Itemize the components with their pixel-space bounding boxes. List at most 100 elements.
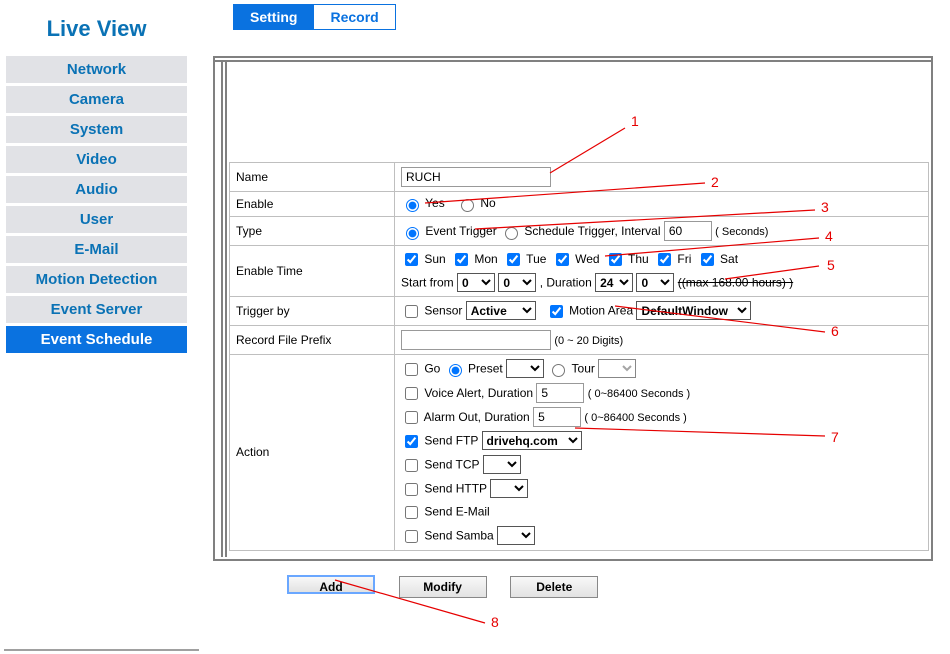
ftp-text: Send FTP [424,434,478,448]
day-tue-checkbox[interactable] [507,253,520,266]
frame-left-inner2 [225,60,227,557]
settings-frame: Name Enable Yes No Type Event Trigger [213,56,933,561]
day-thu-checkbox[interactable] [609,253,622,266]
motion-select[interactable]: DefaultWindow [636,301,751,320]
sidebar-item-video[interactable]: Video [6,146,187,173]
tour-text: Tour [572,361,595,375]
enable-no-radio[interactable] [461,199,474,212]
action-label: Action [230,354,395,550]
prefix-note: (0 ~ 20 Digits) [554,335,623,347]
ftp-checkbox[interactable] [405,435,418,448]
interval-suffix: ( Seconds) [715,226,768,238]
day-thu[interactable]: Thu [605,252,649,266]
start-min-select[interactable]: 0 [498,273,536,292]
modify-button[interactable]: Modify [399,576,487,598]
email-text: Send E-Mail [424,504,489,518]
samba-checkbox[interactable] [405,530,418,543]
sidebar-item-user[interactable]: User [6,206,187,233]
sidebar-items: Network Camera System Video Audio User E-Mail M… [6,56,187,353]
sidebar-item-audio[interactable]: Audio [6,176,187,203]
frame-left-inner [221,60,223,557]
day-sat-checkbox[interactable] [701,253,714,266]
type-schedule-radio[interactable] [505,227,518,240]
day-mon[interactable]: Mon [451,252,498,266]
alarm-text: Alarm Out, Duration [424,410,530,424]
sensor-select[interactable]: Active [466,301,536,320]
http-select[interactable] [490,479,528,498]
day-fri[interactable]: Fri [654,252,691,266]
main-panel: SettingRecord Name Enable Yes No [195,0,950,654]
bottom-rule [4,649,199,651]
enable-yes-text: Yes [425,196,445,210]
voice-suffix: ( 0~86400 Seconds ) [588,388,690,400]
row-name: Name [230,163,929,192]
frame-top-inner [215,60,931,62]
start-hour-select[interactable]: 0 [457,273,495,292]
enable-yes-radio[interactable] [406,199,419,212]
type-event-radio[interactable] [406,227,419,240]
alarm-duration-input[interactable] [533,407,581,427]
dur-min-select[interactable]: 0 [636,273,674,292]
voice-duration-input[interactable] [536,383,584,403]
settings-table: Name Enable Yes No Type Event Trigger [229,162,929,551]
sidebar-item-e-mail[interactable]: E-Mail [6,236,187,263]
day-wed-checkbox[interactable] [556,253,569,266]
samba-select[interactable] [497,526,535,545]
sidebar-item-system[interactable]: System [6,116,187,143]
day-mon-checkbox[interactable] [455,253,468,266]
sidebar: Live View Network Camera System Video Audio U… [0,0,195,654]
email-checkbox[interactable] [405,506,418,519]
http-text: Send HTTP [424,481,486,495]
name-input[interactable] [401,167,551,187]
day-tue[interactable]: Tue [503,252,546,266]
type-schedule-wrap[interactable]: Schedule Trigger, Interval [500,224,660,238]
day-sun-checkbox[interactable] [405,253,418,266]
type-schedule-text: Schedule Trigger, Interval [524,224,660,238]
type-event-wrap[interactable]: Event Trigger [401,224,497,238]
sidebar-item-camera[interactable]: Camera [6,86,187,113]
day-wed[interactable]: Wed [552,252,600,266]
day-sat[interactable]: Sat [697,252,738,266]
sensor-label: Sensor [424,304,462,318]
tour-select[interactable] [598,359,636,378]
tour-radio[interactable] [552,364,565,377]
sensor-checkbox[interactable] [405,305,418,318]
delete-button[interactable]: Delete [510,576,598,598]
prefix-input[interactable] [401,330,551,350]
enable-yes-wrap[interactable]: Yes [401,196,445,210]
day-fri-checkbox[interactable] [658,253,671,266]
add-button[interactable]: Add [287,575,375,594]
duration-text: , Duration [540,276,592,290]
tab-setting[interactable]: Setting [233,4,314,30]
row-enable-time: Enable Time Sun Mon Tue Wed Thu Fri Sat … [230,246,929,297]
alarm-checkbox[interactable] [405,411,418,424]
max-hours-note: ((max 168.00 hours) ) [678,276,793,290]
dur-hour-select[interactable]: 24 [595,273,633,292]
interval-input[interactable] [664,221,712,241]
enable-no-wrap[interactable]: No [456,196,496,210]
preset-radio[interactable] [449,364,462,377]
sidebar-title: Live View [6,6,187,56]
tab-record[interactable]: Record [314,4,395,30]
sidebar-item-motion-detection[interactable]: Motion Detection [6,266,187,293]
preset-text: Preset [468,361,503,375]
row-action: Action Go Preset Tour [230,354,929,550]
alarm-suffix: ( 0~86400 Seconds ) [584,412,686,424]
sidebar-item-network[interactable]: Network [6,56,187,83]
sidebar-item-event-server[interactable]: Event Server [6,296,187,323]
day-sun[interactable]: Sun [401,252,446,266]
sidebar-item-event-schedule[interactable]: Event Schedule [6,326,187,353]
go-checkbox[interactable] [405,363,418,376]
prefix-label: Record File Prefix [230,325,395,354]
tcp-text: Send TCP [424,458,479,472]
start-from-text: Start from [401,276,454,290]
tabbar: SettingRecord [233,4,950,30]
http-checkbox[interactable] [405,483,418,496]
motion-checkbox[interactable] [550,305,563,318]
tcp-select[interactable] [483,455,521,474]
ftp-select[interactable]: drivehq.com [482,431,582,450]
voice-checkbox[interactable] [405,387,418,400]
row-trigger: Trigger by Sensor Active Motion Area Def… [230,297,929,326]
preset-select[interactable] [506,359,544,378]
tcp-checkbox[interactable] [405,459,418,472]
